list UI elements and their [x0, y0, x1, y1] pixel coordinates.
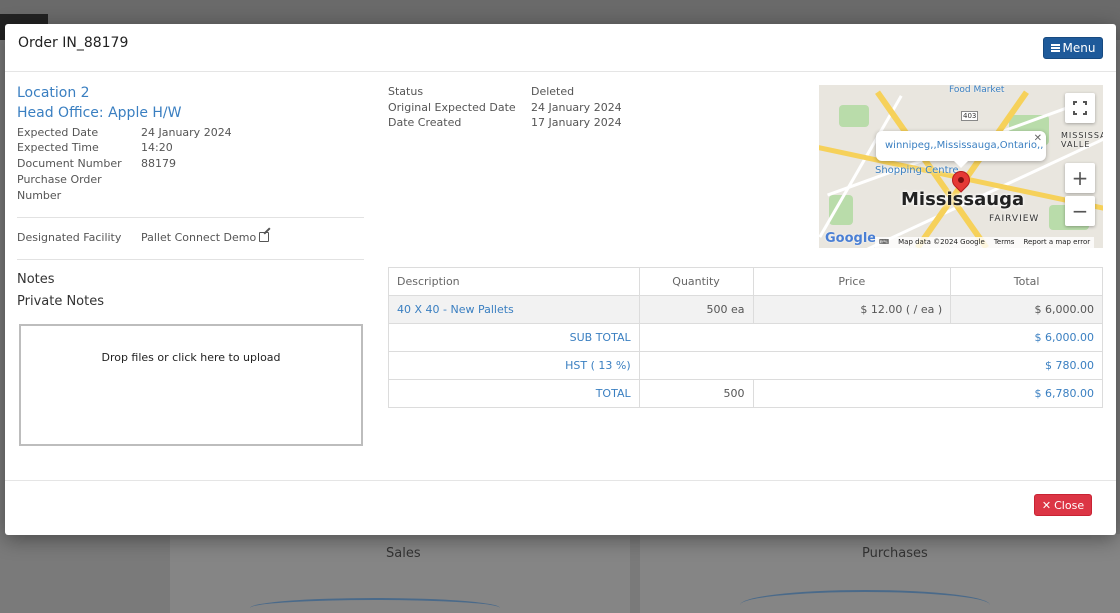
- map-label-shopping-centre: Shopping Centre: [875, 165, 959, 176]
- expected-date-value: 24 January 2024: [141, 126, 232, 139]
- fullscreen-icon: [1073, 101, 1087, 115]
- total-label: TOTAL: [388, 379, 640, 408]
- close-button-label: Close: [1054, 498, 1085, 512]
- original-expected-date-value: 24 January 2024: [531, 101, 622, 114]
- map-popup-address: winnipeg,,Mississauga,Ontario,,: [885, 140, 1044, 151]
- facility-label: Designated Facility: [17, 231, 122, 244]
- date-created-value: 17 January 2024: [531, 116, 622, 129]
- map-report-link[interactable]: Report a map error: [1023, 238, 1090, 247]
- subtotal-value: $ 6,000.00: [638, 323, 1104, 352]
- location-name-link[interactable]: Location 2: [17, 85, 90, 101]
- divider: [17, 217, 364, 218]
- private-notes-label: Private Notes: [17, 294, 105, 309]
- background-purchases-title: Purchases: [862, 546, 928, 561]
- status-value: Deleted: [531, 85, 575, 98]
- total-row: TOTAL 500 $ 6,780.00: [388, 379, 1103, 408]
- edit-icon[interactable]: [259, 232, 270, 242]
- header-total: Total: [950, 267, 1103, 296]
- map-zoom-in-button[interactable]: +: [1065, 163, 1095, 193]
- map-fullscreen-button[interactable]: [1065, 93, 1095, 123]
- date-created-label: Date Created: [388, 116, 462, 129]
- map-terms-link[interactable]: Terms: [994, 238, 1015, 247]
- map-info-popup[interactable]: winnipeg,,Mississauga,Ontario,, ✕: [876, 131, 1046, 168]
- background-purchases-line: [740, 590, 990, 613]
- map-data-text: Map data ©2024 Google: [898, 238, 985, 246]
- status-label: Status: [388, 85, 424, 98]
- background-sales-title: Sales: [386, 546, 421, 561]
- header-description: Description: [388, 267, 640, 296]
- file-dropzone[interactable]: Drop files or click here to upload: [19, 324, 363, 446]
- total-quantity: 500: [638, 379, 754, 408]
- head-office-link[interactable]: Head Office: Apple H/W: [17, 105, 181, 121]
- modal-header: Order IN_88179 Menu: [5, 24, 1116, 72]
- subtotal-row: SUB TOTAL $ 6,000.00: [388, 323, 1104, 352]
- subtotal-label: SUB TOTAL: [388, 323, 640, 352]
- google-logo[interactable]: Google: [825, 231, 876, 246]
- map-city-label: Mississauga: [901, 189, 1025, 210]
- divider: [17, 259, 364, 260]
- menu-button-label: Menu: [1062, 41, 1096, 55]
- facility-value[interactable]: Pallet Connect Demo: [141, 231, 270, 244]
- facility-name: Pallet Connect Demo: [141, 231, 257, 244]
- document-number-label: Document Number: [17, 157, 122, 170]
- map-label-fairview: FAIRVIEW: [989, 214, 1040, 224]
- location-map[interactable]: Food Market 403 Shopping Centre MISSISSA…: [819, 85, 1103, 248]
- keyboard-icon[interactable]: ⌨: [879, 238, 889, 247]
- original-expected-date-label: Original Expected Date: [388, 101, 516, 114]
- tax-row: HST ( 13 %) $ 780.00: [388, 351, 1104, 380]
- order-lines-table: Description Quantity Price Total 40 X 40…: [388, 267, 1104, 408]
- document-number-value: 88179: [141, 157, 176, 170]
- close-button[interactable]: ✕ Close: [1034, 494, 1092, 516]
- menu-button[interactable]: Menu: [1043, 37, 1103, 59]
- map-label-route: 403: [961, 111, 979, 121]
- expected-time-label: Expected Time: [17, 141, 99, 154]
- item-total: $ 6,000.00: [950, 295, 1103, 324]
- dropzone-text: Drop files or click here to upload: [101, 350, 281, 364]
- order-modal: Order IN_88179 Menu Location 2 Head Offi…: [5, 24, 1116, 535]
- modal-title: Order IN_88179: [18, 35, 129, 51]
- table-row: 40 X 40 - New Pallets 500 ea $ 12.00 ( /…: [388, 295, 1103, 324]
- item-quantity: 500 ea: [638, 295, 754, 324]
- header-quantity: Quantity: [638, 267, 754, 296]
- tax-value: $ 780.00: [638, 351, 1104, 380]
- close-icon[interactable]: ✕: [1034, 133, 1042, 144]
- purchase-order-number-label: Purchase Order Number: [17, 173, 102, 202]
- map-zoom-out-button[interactable]: −: [1065, 196, 1095, 226]
- background-sales-line: [250, 598, 500, 613]
- map-park: [839, 105, 869, 127]
- expected-date-label: Expected Date: [17, 126, 99, 139]
- map-label-mississauga-valley: MISSISSA VALLE: [1061, 131, 1103, 149]
- hamburger-icon: [1050, 44, 1060, 52]
- notes-label: Notes: [17, 272, 55, 287]
- modal-footer: ✕ Close: [5, 480, 1116, 535]
- item-price: $ 12.00 ( / ea ): [752, 295, 952, 324]
- total-value: $ 6,780.00: [752, 379, 1103, 408]
- tax-label: HST ( 13 %): [388, 351, 640, 380]
- map-label-food-market: Food Market: [949, 85, 1005, 95]
- close-icon: ✕: [1041, 498, 1052, 512]
- map-attribution: ⌨ Map data ©2024 Google Terms Report a m…: [875, 237, 1095, 248]
- expected-time-value: 14:20: [141, 141, 173, 154]
- table-header-row: Description Quantity Price Total: [388, 267, 1103, 296]
- header-price: Price: [752, 267, 952, 296]
- item-description-link[interactable]: 40 X 40 - New Pallets: [388, 295, 640, 324]
